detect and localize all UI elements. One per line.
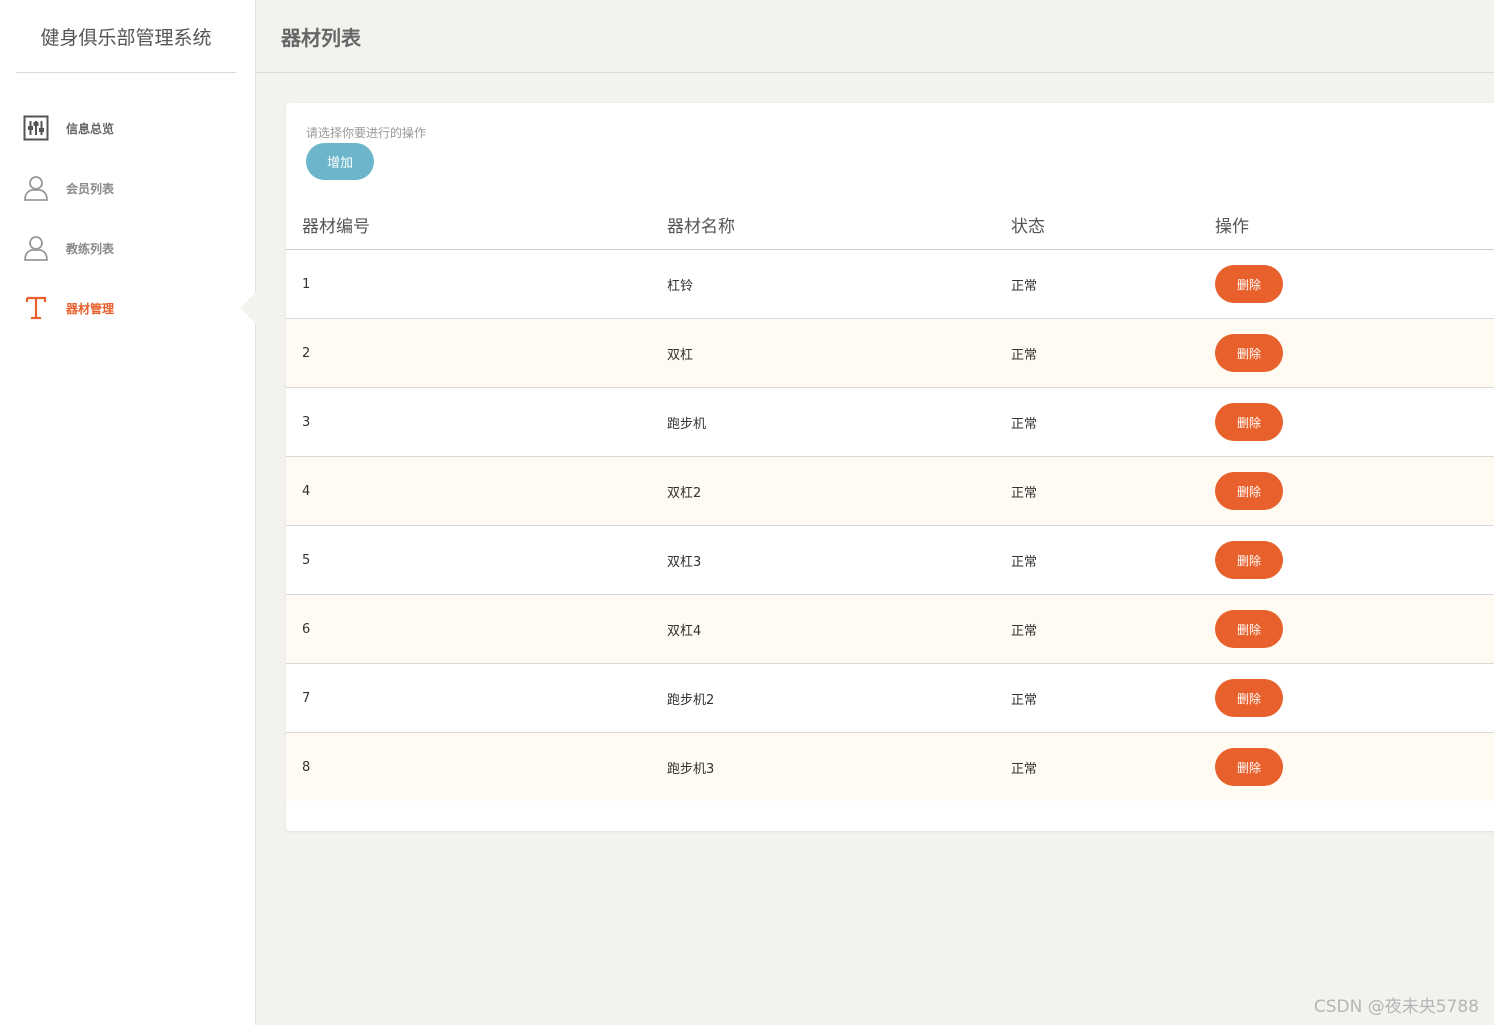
sidebar-item-label: 教练列表 [66,241,115,256]
sidebar-nav: 信息总览 会员列表 教练列表 器材管理 [0,98,256,338]
delete-button[interactable]: 删除 [1215,679,1283,717]
sidebar: 健身俱乐部管理系统 信息总览 会员列表 教练列表 器材管理 [0,0,256,1025]
table-row: 8 跑步机3 正常 删除 [286,732,1494,801]
cell-status: 正常 [995,525,1199,595]
cell-id: 7 [286,663,651,733]
table-row: 4 双杠2 正常 删除 [286,456,1494,526]
user-icon [22,234,50,262]
delete-button[interactable]: 删除 [1215,472,1283,510]
cell-action: 删除 [1199,525,1494,595]
user-icon [22,174,50,202]
cell-status: 正常 [995,456,1199,526]
cell-action: 删除 [1199,594,1494,664]
cell-status: 正常 [995,594,1199,664]
cell-action: 删除 [1199,387,1494,457]
watermark: CSDN @夜未央5788 [1313,997,1479,1017]
cell-status: 正常 [995,663,1199,733]
delete-button[interactable]: 删除 [1215,403,1283,441]
sidebar-item-overview[interactable]: 信息总览 [0,98,255,158]
cell-name: 杠铃 [651,249,995,319]
add-button[interactable]: 增加 [306,143,374,180]
action-hint: 请选择你要进行的操作 [306,126,427,140]
sliders-icon [22,114,50,142]
cell-id: 8 [286,732,651,801]
cell-name: 双杠3 [651,525,995,595]
cell-action: 删除 [1199,456,1494,526]
cell-id: 3 [286,387,651,457]
delete-button[interactable]: 删除 [1215,541,1283,579]
cell-id: 5 [286,525,651,595]
cell-name: 跑步机2 [651,663,995,733]
cell-status: 正常 [995,732,1199,801]
table-row: 7 跑步机2 正常 删除 [286,663,1494,733]
cell-status: 正常 [995,387,1199,457]
table-header-row: 器材编号 器材名称 状态 操作 [286,200,1494,250]
delete-button[interactable]: 删除 [1215,265,1283,303]
cell-id: 1 [286,249,651,319]
column-header-status: 状态 [995,200,1199,250]
cell-name: 跑步机3 [651,732,995,801]
table-row: 2 双杠 正常 删除 [286,318,1494,388]
cell-action: 删除 [1199,318,1494,388]
cell-name: 双杠4 [651,594,995,664]
sidebar-item-members[interactable]: 会员列表 [0,158,255,218]
cell-id: 6 [286,594,651,664]
cell-name: 双杠2 [651,456,995,526]
delete-button[interactable]: 删除 [1215,748,1283,786]
table-row: 1 杠铃 正常 删除 [286,249,1494,319]
delete-button[interactable]: 删除 [1215,334,1283,372]
cell-name: 双杠 [651,318,995,388]
equipment-card: 请选择你要进行的操作 增加 器材编号 器材名称 状态 操作 1 杠铃 正常 删除… [286,103,1494,831]
equipment-table: 器材编号 器材名称 状态 操作 1 杠铃 正常 删除 2 双杠 正常 删除 3 … [286,200,1494,801]
table-row: 3 跑步机 正常 删除 [286,387,1494,457]
sidebar-item-equipment[interactable]: 器材管理 [0,278,256,338]
column-header-action: 操作 [1199,200,1494,250]
column-header-id: 器材编号 [286,200,651,250]
delete-button[interactable]: 删除 [1215,610,1283,648]
page-header: 器材列表 [256,0,1494,73]
sidebar-item-label: 信息总览 [66,121,115,136]
table-row: 6 双杠4 正常 删除 [286,594,1494,664]
page-title: 器材列表 [281,25,361,50]
table-row: 5 双杠3 正常 删除 [286,525,1494,595]
cell-status: 正常 [995,249,1199,319]
cell-id: 4 [286,456,651,526]
cell-action: 删除 [1199,249,1494,319]
column-header-name: 器材名称 [651,200,995,250]
text-t-icon [22,294,50,322]
sidebar-item-label: 会员列表 [66,181,115,196]
cell-name: 跑步机 [651,387,995,457]
cell-id: 2 [286,318,651,388]
cell-action: 删除 [1199,663,1494,733]
sidebar-item-label: 器材管理 [66,301,115,316]
cell-status: 正常 [995,318,1199,388]
app-title: 健身俱乐部管理系统 [16,0,236,73]
cell-action: 删除 [1199,732,1494,801]
sidebar-item-coaches[interactable]: 教练列表 [0,218,255,278]
